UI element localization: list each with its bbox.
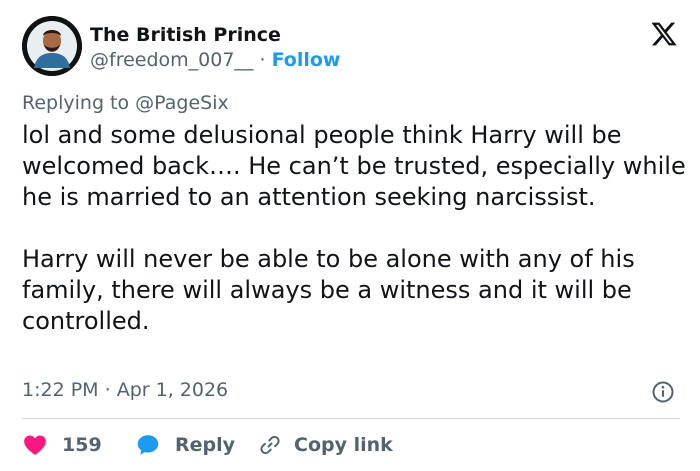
author-handle[interactable]: @freedom_007__ bbox=[90, 49, 253, 71]
handle-separator: · bbox=[259, 49, 266, 71]
divider bbox=[22, 418, 680, 419]
link-icon bbox=[260, 435, 280, 455]
copy-link-button[interactable]: Copy link bbox=[258, 430, 393, 460]
tweet-body: lol and some delusional people think Har… bbox=[22, 121, 686, 335]
avatar[interactable] bbox=[22, 16, 82, 76]
tweet-actions: 159 Reply Copy link bbox=[22, 430, 680, 460]
author-display-name[interactable]: The British Prince bbox=[90, 24, 281, 46]
heart-icon bbox=[24, 435, 46, 455]
reply-button[interactable]: Reply bbox=[135, 430, 235, 460]
tweet-header: The British Prince @freedom_007__ · Foll… bbox=[22, 16, 680, 78]
replying-prefix: Replying to bbox=[22, 92, 130, 114]
follow-button[interactable]: Follow bbox=[272, 49, 341, 71]
x-logo-icon[interactable] bbox=[650, 20, 678, 48]
info-icon[interactable] bbox=[651, 380, 675, 404]
author-handle-row: @freedom_007__ · Follow bbox=[90, 49, 340, 71]
speech-bubble-icon bbox=[137, 435, 159, 455]
tweet-timestamp[interactable]: 1:22 PM · Apr 1, 2026 bbox=[22, 379, 228, 401]
replying-to: Replying to @PageSix bbox=[22, 92, 229, 114]
reply-label: Reply bbox=[175, 434, 236, 456]
replying-mention[interactable]: @PageSix bbox=[135, 92, 229, 114]
like-count: 159 bbox=[62, 434, 102, 456]
like-button[interactable]: 159 bbox=[22, 430, 102, 460]
tweet-time: 1:22 PM bbox=[22, 379, 99, 401]
tweet-date: Apr 1, 2026 bbox=[116, 379, 229, 401]
timestamp-separator: · bbox=[104, 379, 111, 401]
copy-link-label: Copy link bbox=[294, 434, 393, 456]
